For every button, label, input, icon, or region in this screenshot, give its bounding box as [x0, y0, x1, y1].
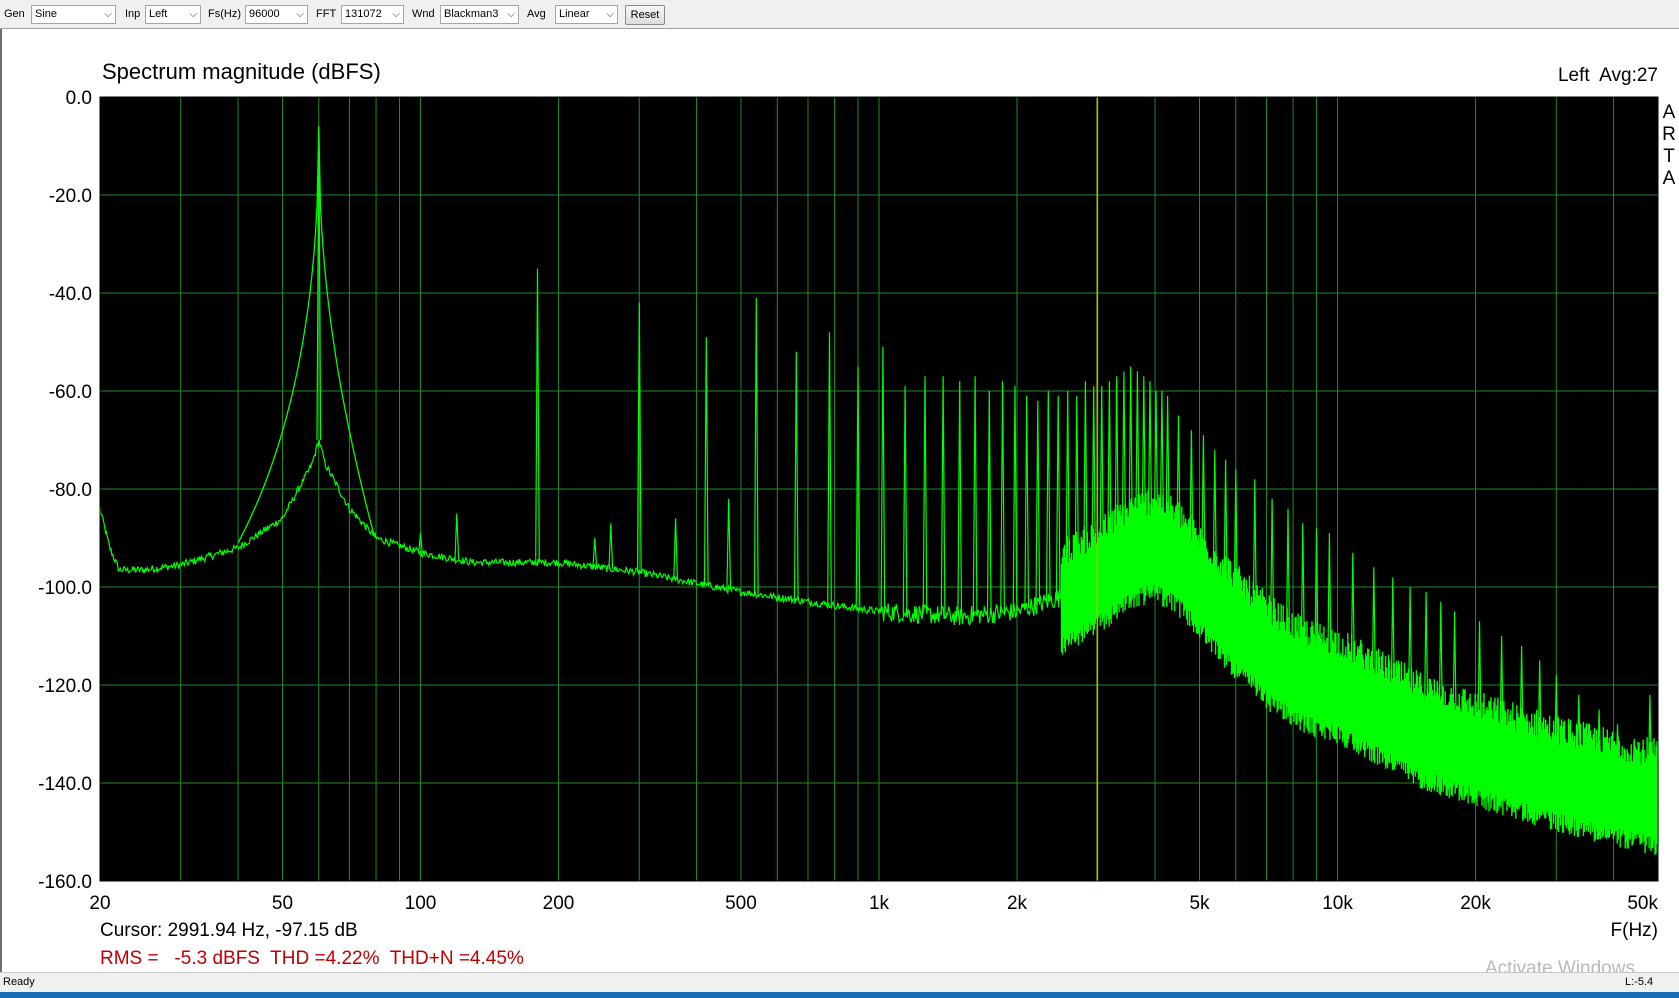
brand-letter: A [1663, 102, 1676, 123]
thd-readout: RMS = -5.3 dBFS THD =4.22% THD+N =4.45% [100, 948, 524, 969]
fft-select[interactable]: 131072 ⌵ [341, 5, 404, 24]
spectrum-panel: Spectrum magnitude (dBFS) Left Avg:27 AR… [0, 29, 1679, 972]
gen-select[interactable]: Sine ⌵ [31, 5, 116, 24]
fs-select[interactable]: 96000 ⌵ [245, 5, 308, 24]
brand-letter: R [1662, 124, 1676, 145]
toolbar: Gen Sine ⌵ Inp Left ⌵ Fs(Hz) 96000 ⌵ FFT… [0, 0, 1679, 29]
chevron-down-icon: ⌵ [296, 9, 304, 20]
reset-button[interactable]: Reset [625, 5, 665, 25]
x-tick-label: 500 [725, 893, 757, 914]
x-tick-label: 20k [1460, 893, 1491, 914]
x-tick-label: 200 [543, 893, 575, 914]
cursor-readout: Cursor: 2991.94 Hz, -97.15 dB [100, 920, 358, 941]
avg-label: Avg [527, 8, 546, 20]
fs-select-value: 96000 [249, 8, 280, 20]
wnd-select[interactable]: Blackman3 ⌵ [440, 5, 519, 24]
plot-area[interactable] [99, 96, 1659, 882]
x-tick-label: 20 [89, 893, 110, 914]
taskbar-edge [0, 992, 1679, 998]
chevron-down-icon: ⌵ [507, 9, 515, 20]
brand-letter: A [1663, 168, 1676, 189]
fft-select-value: 131072 [345, 8, 382, 20]
fs-label: Fs(Hz) [208, 8, 241, 20]
x-tick-label: 2k [1007, 893, 1028, 914]
x-tick-label: 50 [272, 893, 293, 914]
arta-vertical-label: ARTA [1662, 102, 1676, 189]
y-tick-label: -160.0 [38, 872, 92, 893]
x-tick-label: 100 [405, 893, 437, 914]
y-tick-label: -100.0 [38, 578, 92, 599]
avg-select[interactable]: Linear ⌵ [555, 5, 618, 24]
status-text: Ready [3, 976, 35, 988]
level-readout: L:-5.4 [1625, 976, 1654, 988]
chart-title: Spectrum magnitude (dBFS) [102, 59, 381, 84]
y-tick-label: -140.0 [38, 774, 92, 795]
gen-label: Gen [4, 8, 25, 20]
y-tick-label: -80.0 [49, 480, 92, 501]
y-tick-label: -40.0 [49, 284, 92, 305]
y-tick-label: -20.0 [49, 186, 92, 207]
inp-select-value: Left [149, 8, 168, 20]
x-axis-label: F(Hz) [1611, 920, 1658, 941]
status-bar: Ready L:-5.4 [0, 972, 1679, 992]
wnd-select-value: Blackman3 [444, 8, 499, 20]
y-tick-label: 0.0 [66, 88, 92, 109]
y-tick-label: -60.0 [49, 382, 92, 403]
gen-select-value: Sine [35, 8, 58, 20]
x-tick-label: 50k [1627, 893, 1658, 914]
x-tick-label: 10k [1322, 893, 1353, 914]
avg-select-value: Linear [559, 8, 590, 20]
x-tick-label: 1k [869, 893, 890, 914]
spectrum-chart[interactable]: Spectrum magnitude (dBFS) Left Avg:27 AR… [2, 29, 1679, 972]
chevron-down-icon: ⌵ [392, 9, 400, 20]
inp-label: Inp [125, 8, 141, 20]
x-tick-label: 5k [1189, 893, 1210, 914]
channel-avg-info: Left Avg:27 [1558, 65, 1658, 86]
wnd-label: Wnd [412, 8, 435, 20]
inp-select[interactable]: Left ⌵ [145, 5, 201, 24]
chevron-down-icon: ⌵ [606, 9, 614, 20]
brand-letter: T [1663, 146, 1675, 167]
chevron-down-icon: ⌵ [189, 9, 197, 20]
y-tick-label: -120.0 [38, 676, 92, 697]
chevron-down-icon: ⌵ [104, 9, 112, 20]
fft-label: FFT [316, 8, 337, 20]
